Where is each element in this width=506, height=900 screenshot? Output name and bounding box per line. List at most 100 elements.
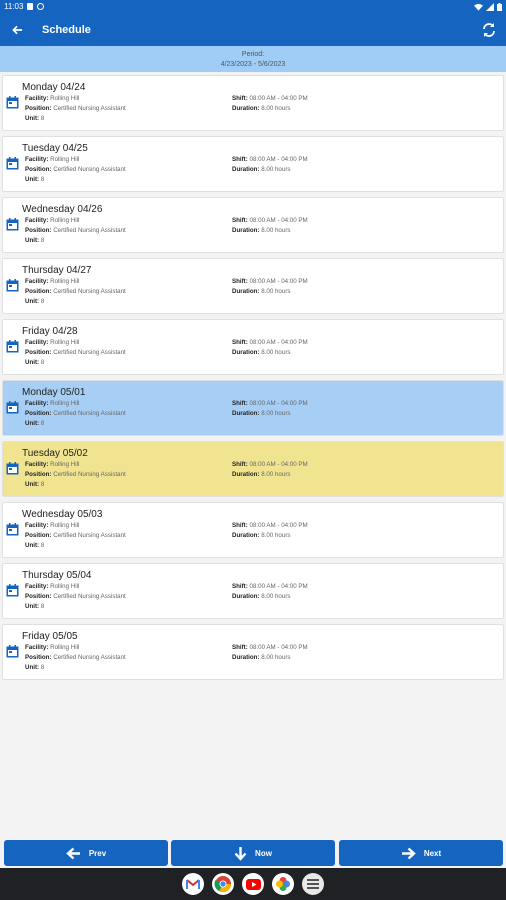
facility-value: Rolling Hill <box>50 461 80 468</box>
duration-label: Duration: <box>232 105 260 112</box>
duration-label: Duration: <box>232 471 260 478</box>
arrow-left-icon <box>66 847 80 859</box>
calendar-icon <box>6 401 19 414</box>
shift-value: 08:00 AM - 04:00 PM <box>249 156 308 163</box>
unit-label: Unit: <box>25 298 40 305</box>
arrow-right-icon <box>401 847 416 859</box>
calendar-icon <box>6 279 19 292</box>
unit-row: Unit: 8 <box>25 176 44 183</box>
prev-button[interactable]: Prev <box>4 840 168 866</box>
calendar-icon <box>6 584 19 597</box>
unit-row: Unit: 8 <box>25 237 44 244</box>
schedule-card[interactable]: Thursday 04/27 Facility: Rolling Hill Po… <box>2 258 504 314</box>
position-value: Certified Nursing Assistant <box>53 532 126 539</box>
position-label: Position: <box>25 227 52 234</box>
schedule-card-selected[interactable]: Monday 05/01 Facility: Rolling Hill Posi… <box>2 380 504 436</box>
youtube-icon[interactable] <box>242 873 264 895</box>
duration-row: Duration: 8.00 hours <box>232 410 290 417</box>
position-label: Position: <box>25 288 52 295</box>
day-title: Tuesday 04/25 <box>22 143 88 154</box>
next-button[interactable]: Next <box>339 840 503 866</box>
android-navigation-bar <box>0 868 506 900</box>
unit-row: Unit: 8 <box>25 542 44 549</box>
duration-row: Duration: 8.00 hours <box>232 471 290 478</box>
schedule-card[interactable]: Thursday 05/04 Facility: Rolling Hill Po… <box>2 563 504 619</box>
duration-value: 8.00 hours <box>261 410 291 417</box>
facility-value: Rolling Hill <box>50 339 80 346</box>
unit-row: Unit: 8 <box>25 115 44 122</box>
chrome-icon[interactable] <box>212 873 234 895</box>
day-title: Monday 04/24 <box>22 82 86 93</box>
day-title: Thursday 04/27 <box>22 265 92 276</box>
shift-row: Shift: 08:00 AM - 04:00 PM <box>232 217 308 224</box>
sim-icon <box>27 3 34 10</box>
duration-row: Duration: 8.00 hours <box>232 349 290 356</box>
duration-value: 8.00 hours <box>261 105 291 112</box>
position-row: Position: Certified Nursing Assistant <box>25 410 126 417</box>
position-value: Certified Nursing Assistant <box>53 227 126 234</box>
shift-label: Shift: <box>232 583 248 590</box>
bottom-button-bar: Prev Now Next <box>0 840 506 866</box>
facility-row: Facility: Rolling Hill <box>25 339 79 346</box>
duration-row: Duration: 8.00 hours <box>232 654 290 661</box>
shift-row: Shift: 08:00 AM - 04:00 PM <box>232 583 308 590</box>
photos-icon[interactable] <box>272 873 294 895</box>
shift-label: Shift: <box>232 644 248 651</box>
facility-row: Facility: Rolling Hill <box>25 400 79 407</box>
back-button[interactable] <box>0 13 34 46</box>
duration-value: 8.00 hours <box>261 532 291 539</box>
duration-label: Duration: <box>232 593 260 600</box>
day-title: Wednesday 04/26 <box>22 204 103 215</box>
schedule-card-today[interactable]: Tuesday 05/02 Facility: Rolling Hill Pos… <box>2 441 504 497</box>
period-banner: Period: 4/23/2023 - 5/6/2023 <box>0 46 506 72</box>
duration-value: 8.00 hours <box>261 227 291 234</box>
facility-value: Rolling Hill <box>50 95 80 102</box>
period-label: Period: <box>241 51 265 58</box>
facility-value: Rolling Hill <box>50 217 80 224</box>
arrow-down-icon <box>234 846 247 861</box>
facility-row: Facility: Rolling Hill <box>25 95 79 102</box>
facility-row: Facility: Rolling Hill <box>25 644 79 651</box>
schedule-card[interactable]: Wednesday 04/26 Facility: Rolling Hill P… <box>2 197 504 253</box>
shift-label: Shift: <box>232 400 248 407</box>
schedule-card[interactable]: Tuesday 04/25 Facility: Rolling Hill Pos… <box>2 136 504 192</box>
schedule-card[interactable]: Monday 04/24 Facility: Rolling Hill Posi… <box>2 75 504 131</box>
day-title: Friday 04/28 <box>22 326 78 337</box>
shift-label: Shift: <box>232 95 248 102</box>
status-bar: 11:03 <box>0 0 506 13</box>
duration-value: 8.00 hours <box>261 166 291 173</box>
refresh-icon <box>483 22 495 37</box>
now-button[interactable]: Now <box>171 840 335 866</box>
unit-label: Unit: <box>25 481 40 488</box>
facility-label: Facility: <box>25 95 49 102</box>
position-label: Position: <box>25 105 52 112</box>
facility-label: Facility: <box>25 522 49 529</box>
gmail-icon[interactable] <box>182 873 204 895</box>
schedule-card[interactable]: Friday 05/05 Facility: Rolling Hill Posi… <box>2 624 504 680</box>
facility-label: Facility: <box>25 644 49 651</box>
unit-value: 8 <box>40 664 45 671</box>
unit-row: Unit: 8 <box>25 298 44 305</box>
position-label: Position: <box>25 471 52 478</box>
refresh-button[interactable] <box>472 13 506 46</box>
duration-row: Duration: 8.00 hours <box>232 532 290 539</box>
duration-row: Duration: 8.00 hours <box>232 166 290 173</box>
position-row: Position: Certified Nursing Assistant <box>25 288 126 295</box>
calendar-icon <box>6 218 19 231</box>
day-title: Thursday 05/04 <box>22 570 92 581</box>
calendar-icon <box>6 157 19 170</box>
position-label: Position: <box>25 532 52 539</box>
next-label: Next <box>423 848 442 858</box>
schedule-card[interactable]: Friday 04/28 Facility: Rolling Hill Posi… <box>2 319 504 375</box>
facility-value: Rolling Hill <box>50 156 80 163</box>
calendar-icon <box>6 645 19 658</box>
facility-label: Facility: <box>25 339 49 346</box>
unit-row: Unit: 8 <box>25 603 44 610</box>
position-value: Certified Nursing Assistant <box>53 105 126 112</box>
shift-value: 08:00 AM - 04:00 PM <box>249 217 308 224</box>
position-value: Certified Nursing Assistant <box>53 349 126 356</box>
unit-label: Unit: <box>25 115 40 122</box>
schedule-card[interactable]: Wednesday 05/03 Facility: Rolling Hill P… <box>2 502 504 558</box>
app-drawer-icon[interactable] <box>302 873 324 895</box>
shift-label: Shift: <box>232 339 248 346</box>
